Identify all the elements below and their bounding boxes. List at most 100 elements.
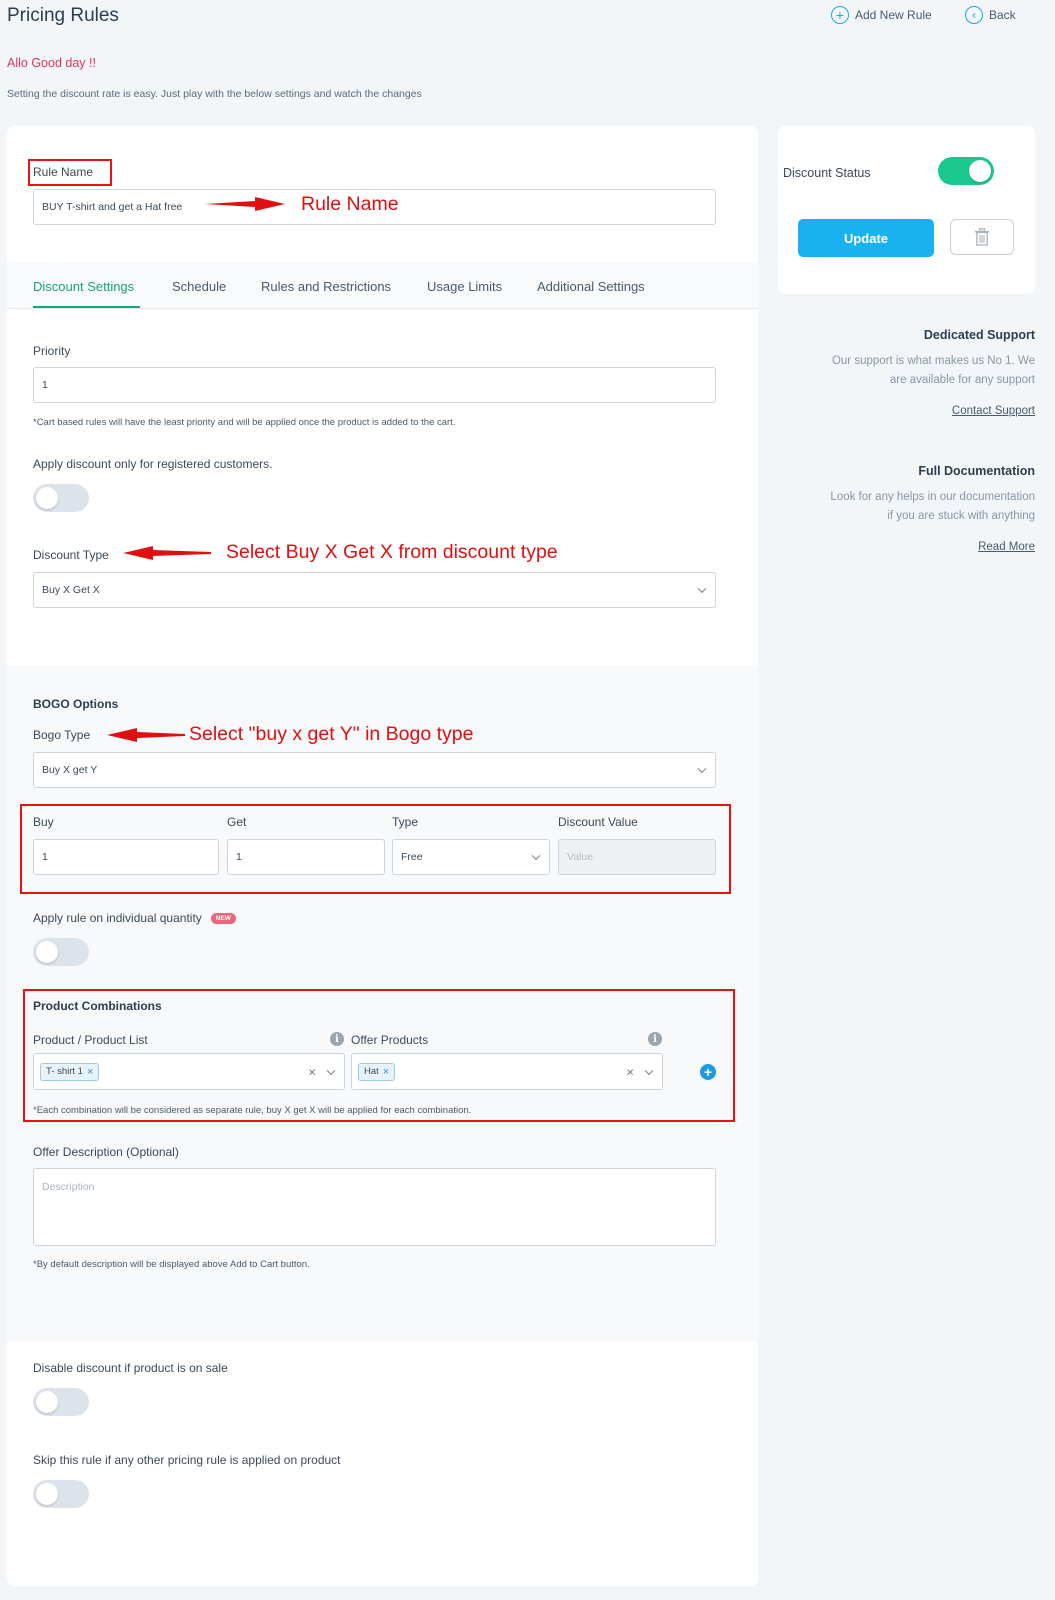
read-more-link[interactable]: Read More: [978, 541, 1035, 553]
bogo-type-select[interactable]: Buy X get Y: [33, 752, 716, 788]
remove-tag-icon[interactable]: ×: [87, 1066, 93, 1078]
discount-status-label: Discount Status: [783, 166, 871, 180]
individual-quantity-toggle[interactable]: [33, 938, 89, 966]
get-label: Get: [227, 815, 247, 829]
page-title: Pricing Rules: [7, 5, 119, 26]
offer-description-note: *By default description will be displaye…: [33, 1259, 310, 1270]
offer-products-label: Offer Products: [351, 1033, 429, 1047]
discount-type-select[interactable]: Buy X Get X: [33, 572, 716, 608]
chevron-down-icon: [531, 851, 541, 861]
discount-type-value: Buy X Get X: [42, 584, 100, 596]
update-button[interactable]: Update: [798, 219, 934, 257]
plus-circle-icon: +: [831, 6, 849, 24]
bogo-type-annotation: Select "buy x get Y" in Bogo type: [189, 723, 474, 745]
toggle-knob: [969, 160, 991, 182]
get-quantity-value: 1: [236, 851, 242, 863]
offer-tag: Hat ×: [358, 1062, 396, 1081]
tab-discount-settings[interactable]: Discount Settings: [33, 279, 134, 294]
add-new-rule-link[interactable]: + Add New Rule: [831, 6, 932, 24]
info-icon[interactable]: i: [648, 1032, 662, 1046]
chevron-down-icon: [326, 1066, 336, 1075]
offer-description-textarea[interactable]: Description: [33, 1168, 716, 1246]
offer-tag-label: Hat: [364, 1066, 379, 1077]
tab-additional-settings[interactable]: Additional Settings: [537, 279, 645, 294]
product-combinations-heading: Product Combinations: [33, 999, 162, 1013]
discount-type-label: Discount Type: [33, 548, 109, 562]
add-new-rule-label: Add New Rule: [855, 8, 932, 22]
add-combination-icon[interactable]: +: [700, 1064, 716, 1080]
free-type-value: Free: [401, 851, 423, 863]
chevron-down-icon: [644, 1066, 654, 1075]
skip-rule-toggle[interactable]: [33, 1480, 89, 1508]
chevron-down-icon: [697, 584, 707, 594]
clear-icon[interactable]: ×: [626, 1064, 634, 1079]
rule-name-arrow-icon: [205, 197, 285, 211]
free-type-select[interactable]: Free: [392, 839, 550, 875]
new-badge: NEW: [210, 912, 236, 924]
discount-type-annotation: Select Buy X Get X from discount type: [226, 541, 558, 563]
tab-usage-limits[interactable]: Usage Limits: [427, 279, 502, 294]
skip-rule-label: Skip this rule if any other pricing rule…: [33, 1453, 341, 1467]
offer-description-label: Offer Description (Optional): [33, 1145, 179, 1159]
registered-only-label: Apply discount only for registered custo…: [33, 457, 273, 471]
status-card: [778, 126, 1035, 294]
support-text-1: Our support is what makes us No 1. We: [831, 355, 1035, 367]
tab-rules-and-restrictions[interactable]: Rules and Restrictions: [261, 279, 391, 294]
back-link[interactable]: ‹ Back: [965, 6, 1016, 24]
disable-on-sale-label: Disable discount if product is on sale: [33, 1361, 228, 1375]
individual-quantity-row: Apply rule on individual quantity NEW: [33, 911, 236, 925]
greeting-text: Allo Good day !!: [7, 56, 96, 70]
offer-products-select[interactable]: Hat × ×: [351, 1053, 663, 1090]
active-tab-indicator: [33, 306, 140, 308]
discount-value-input[interactable]: Value: [558, 839, 716, 875]
rule-name-annotation: Rule Name: [301, 193, 399, 215]
bogo-options-heading: BOGO Options: [33, 697, 119, 711]
buy-quantity-value: 1: [42, 851, 48, 863]
discount-value-label: Discount Value: [558, 815, 638, 829]
clear-icon[interactable]: ×: [308, 1064, 316, 1079]
toggle-knob: [36, 941, 58, 963]
buy-label: Buy: [33, 815, 54, 829]
bogo-type-value: Buy X get Y: [42, 764, 98, 776]
registered-only-toggle[interactable]: [33, 484, 89, 512]
docs-text-1: Look for any helps in our documentation: [830, 491, 1035, 503]
get-quantity-input[interactable]: 1: [227, 839, 385, 875]
support-title: Dedicated Support: [923, 328, 1035, 342]
discount-status-toggle[interactable]: [938, 157, 994, 185]
toggle-knob: [36, 1483, 58, 1505]
product-list-label: Product / Product List: [33, 1033, 148, 1047]
type-label: Type: [392, 815, 419, 829]
product-tag: T- shirt 1 ×: [40, 1062, 100, 1081]
info-icon[interactable]: i: [330, 1032, 344, 1046]
delete-button[interactable]: [950, 219, 1014, 255]
product-combinations-note: *Each combination will be considered as …: [33, 1105, 472, 1116]
toggle-knob: [36, 1391, 58, 1413]
rule-name-label: Rule Name: [33, 165, 94, 179]
priority-note: *Cart based rules will have the least pr…: [33, 417, 456, 428]
priority-label: Priority: [33, 344, 71, 358]
tab-schedule[interactable]: Schedule: [172, 279, 226, 294]
disable-on-sale-toggle[interactable]: [33, 1388, 89, 1416]
individual-quantity-label: Apply rule on individual quantity: [33, 911, 202, 925]
intro-text: Setting the discount rate is easy. Just …: [7, 88, 422, 100]
support-text-2: are available for any support: [889, 374, 1035, 386]
chevron-left-circle-icon: ‹: [965, 6, 983, 24]
product-list-select[interactable]: T- shirt 1 × ×: [33, 1053, 345, 1090]
discount-type-arrow-icon: [123, 546, 211, 560]
buy-quantity-input[interactable]: 1: [33, 839, 219, 875]
product-tag-label: T- shirt 1: [46, 1066, 83, 1077]
chevron-down-icon: [697, 764, 707, 774]
docs-text-2: if you are stuck with anything: [887, 510, 1035, 522]
back-label: Back: [989, 8, 1016, 22]
rule-name-value: BUY T-shirt and get a Hat free: [42, 201, 183, 213]
remove-tag-icon[interactable]: ×: [383, 1066, 389, 1078]
docs-title: Full Documentation: [918, 464, 1035, 478]
trash-icon: [975, 228, 989, 246]
toggle-knob: [36, 487, 58, 509]
bogo-type-arrow-icon: [107, 728, 185, 742]
contact-support-link[interactable]: Contact Support: [952, 405, 1035, 417]
priority-value: 1: [42, 379, 48, 391]
priority-input[interactable]: 1: [33, 367, 716, 403]
offer-description-placeholder: Description: [42, 1181, 95, 1193]
discount-value-placeholder: Value: [567, 851, 594, 863]
